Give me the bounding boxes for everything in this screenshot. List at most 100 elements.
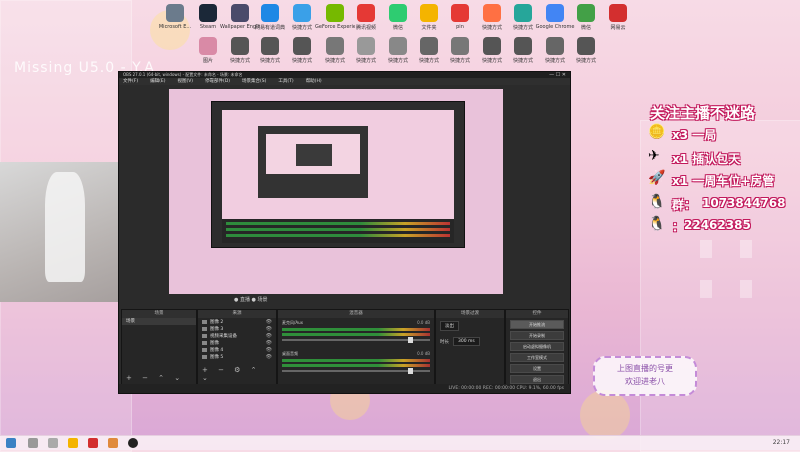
explorer-icon[interactable] (68, 438, 78, 448)
track-name: 桌面音频 0.0 dB (282, 351, 430, 356)
scene-item[interactable]: 场景 (122, 318, 196, 325)
audio-meter (282, 359, 430, 362)
shortcut-icon (420, 37, 438, 55)
plane-icon: ✈ (648, 148, 660, 164)
steam-icon (199, 4, 217, 22)
audio-meter (282, 328, 430, 331)
dock-title: 场景 (122, 310, 196, 318)
menu-docks[interactable]: 停靠部件(D) (205, 78, 230, 85)
group-number: 1073844768 (702, 196, 786, 210)
shortcut-icon (483, 37, 501, 55)
source-item[interactable]: 图像 4 👁 (198, 346, 276, 353)
source-item[interactable]: 视频采集设备 👁 (198, 332, 276, 339)
shortcut-icon (514, 37, 532, 55)
scene-tabs[interactable]: ● 直播 ● 场景 (234, 296, 268, 303)
image-source-icon (202, 326, 207, 331)
studio-mode-button[interactable]: 工作室模式 (510, 353, 564, 362)
obs-preview[interactable] (169, 89, 503, 294)
menu-edit[interactable]: 编辑(E) (150, 78, 165, 85)
chrome-icon (546, 4, 564, 22)
search-icon[interactable] (28, 438, 38, 448)
volume-slider[interactable] (282, 368, 430, 374)
source-item[interactable]: 图像 👁 (198, 339, 276, 346)
qq-penguin-icon: 🐧 (648, 216, 666, 232)
menu-file[interactable]: 文件(F) (123, 78, 138, 85)
image-source-icon (202, 340, 207, 345)
menu-help[interactable]: 帮助(H) (306, 78, 322, 85)
settings-button[interactable]: 设置 (510, 364, 564, 373)
eye-icon[interactable]: 👁 (266, 326, 272, 332)
transition-duration-row: 时长 300 ms (436, 334, 504, 349)
start-icon[interactable] (6, 438, 16, 448)
obs-icon[interactable] (128, 438, 138, 448)
obs-window[interactable]: OBS 27.0.1 (64-bit, windows) - 配置文件: 未命名… (118, 71, 571, 394)
dock-controls[interactable]: + − ⚙ ⌃ ⌄ (202, 366, 276, 382)
audio-meter (282, 333, 430, 336)
nested-obs-preview-3 (296, 144, 332, 166)
shortcut-icon (326, 37, 344, 55)
shortcut-icon (546, 37, 564, 55)
app-icon[interactable] (108, 438, 118, 448)
image-icon (199, 37, 217, 55)
desktop-icon[interactable]: 网易云 (598, 4, 638, 31)
edge-icon (166, 4, 184, 22)
start-recording-button[interactable]: 开始录制 (510, 331, 564, 340)
start-virtual-camera-button[interactable]: 启动虚拟摄像机 (510, 342, 564, 351)
pin-icon (451, 4, 469, 22)
perk-text: x1 插认包天 (672, 152, 741, 166)
nested-meter (226, 222, 450, 225)
transition-type-row: 淡出 (436, 318, 504, 334)
geforce-icon (326, 4, 344, 22)
shortcut-icon (451, 37, 469, 55)
netease-music-icon[interactable] (88, 438, 98, 448)
volume-slider[interactable] (282, 337, 430, 343)
qq-number: 22462385 (684, 218, 751, 232)
nested-obs-preview (211, 101, 465, 248)
menu-tools[interactable]: 工具(T) (278, 78, 293, 85)
menu-scene-collection[interactable]: 场景集合(S) (242, 78, 266, 85)
menu-view[interactable]: 视图(V) (177, 78, 193, 85)
webcam-figure (45, 172, 85, 282)
perk-text: x3 一局 (672, 128, 717, 142)
start-streaming-button[interactable]: 开始推流 (510, 320, 564, 329)
bg-window (740, 240, 752, 258)
image-source-icon (202, 347, 207, 352)
dock-title: 场景过渡 (436, 310, 504, 318)
window-controls[interactable]: — ☐ ✕ (549, 72, 566, 78)
video-app-icon (357, 4, 375, 22)
eye-icon[interactable]: 👁 (266, 319, 272, 325)
chat-icon (577, 4, 595, 22)
eye-icon[interactable]: 👁 (266, 333, 272, 339)
transition-type-select[interactable]: 淡出 (440, 321, 459, 331)
shortcut-icon (261, 37, 279, 55)
eye-icon[interactable]: 👁 (266, 340, 272, 346)
eye-icon[interactable]: 👁 (266, 347, 272, 353)
nested-mixer-meters (222, 219, 454, 243)
wechat-icon (389, 4, 407, 22)
duration-input[interactable]: 300 ms (453, 337, 480, 346)
image-source-icon (202, 354, 207, 359)
desktop-icon[interactable]: 快捷方式 (566, 37, 606, 64)
image-source-icon (202, 319, 207, 324)
folder-icon (420, 4, 438, 22)
nested-preview-canvas (222, 110, 454, 220)
source-item[interactable]: 图像 3 👁 (198, 325, 276, 332)
youdao-icon (261, 4, 279, 22)
nested-meter (226, 228, 450, 231)
play-store-icon (514, 4, 532, 22)
eye-icon[interactable]: 👁 (266, 354, 272, 360)
source-item[interactable]: 图像 2 👁 (198, 318, 276, 325)
tray-clock[interactable]: 22:17 (773, 439, 790, 446)
dock-controls[interactable]: + − ⌃ ⌄ (126, 374, 184, 382)
bg-window (740, 280, 752, 298)
shortcut-icon (357, 37, 375, 55)
scenes-dock: 场景 场景 + − ⌃ ⌄ (121, 309, 197, 385)
exit-button[interactable]: 退出 (510, 375, 564, 384)
shortcut-icon (293, 4, 311, 22)
source-item[interactable]: 图像 5 👁 (198, 353, 276, 360)
task-view-icon[interactable] (48, 438, 58, 448)
track-name: 麦克风/Aux 0.0 dB (282, 320, 430, 325)
shortcut-icon (577, 37, 595, 55)
scene-transitions-dock: 场景过渡 淡出 时长 300 ms (435, 309, 505, 385)
dock-title: 来源 (198, 310, 276, 318)
